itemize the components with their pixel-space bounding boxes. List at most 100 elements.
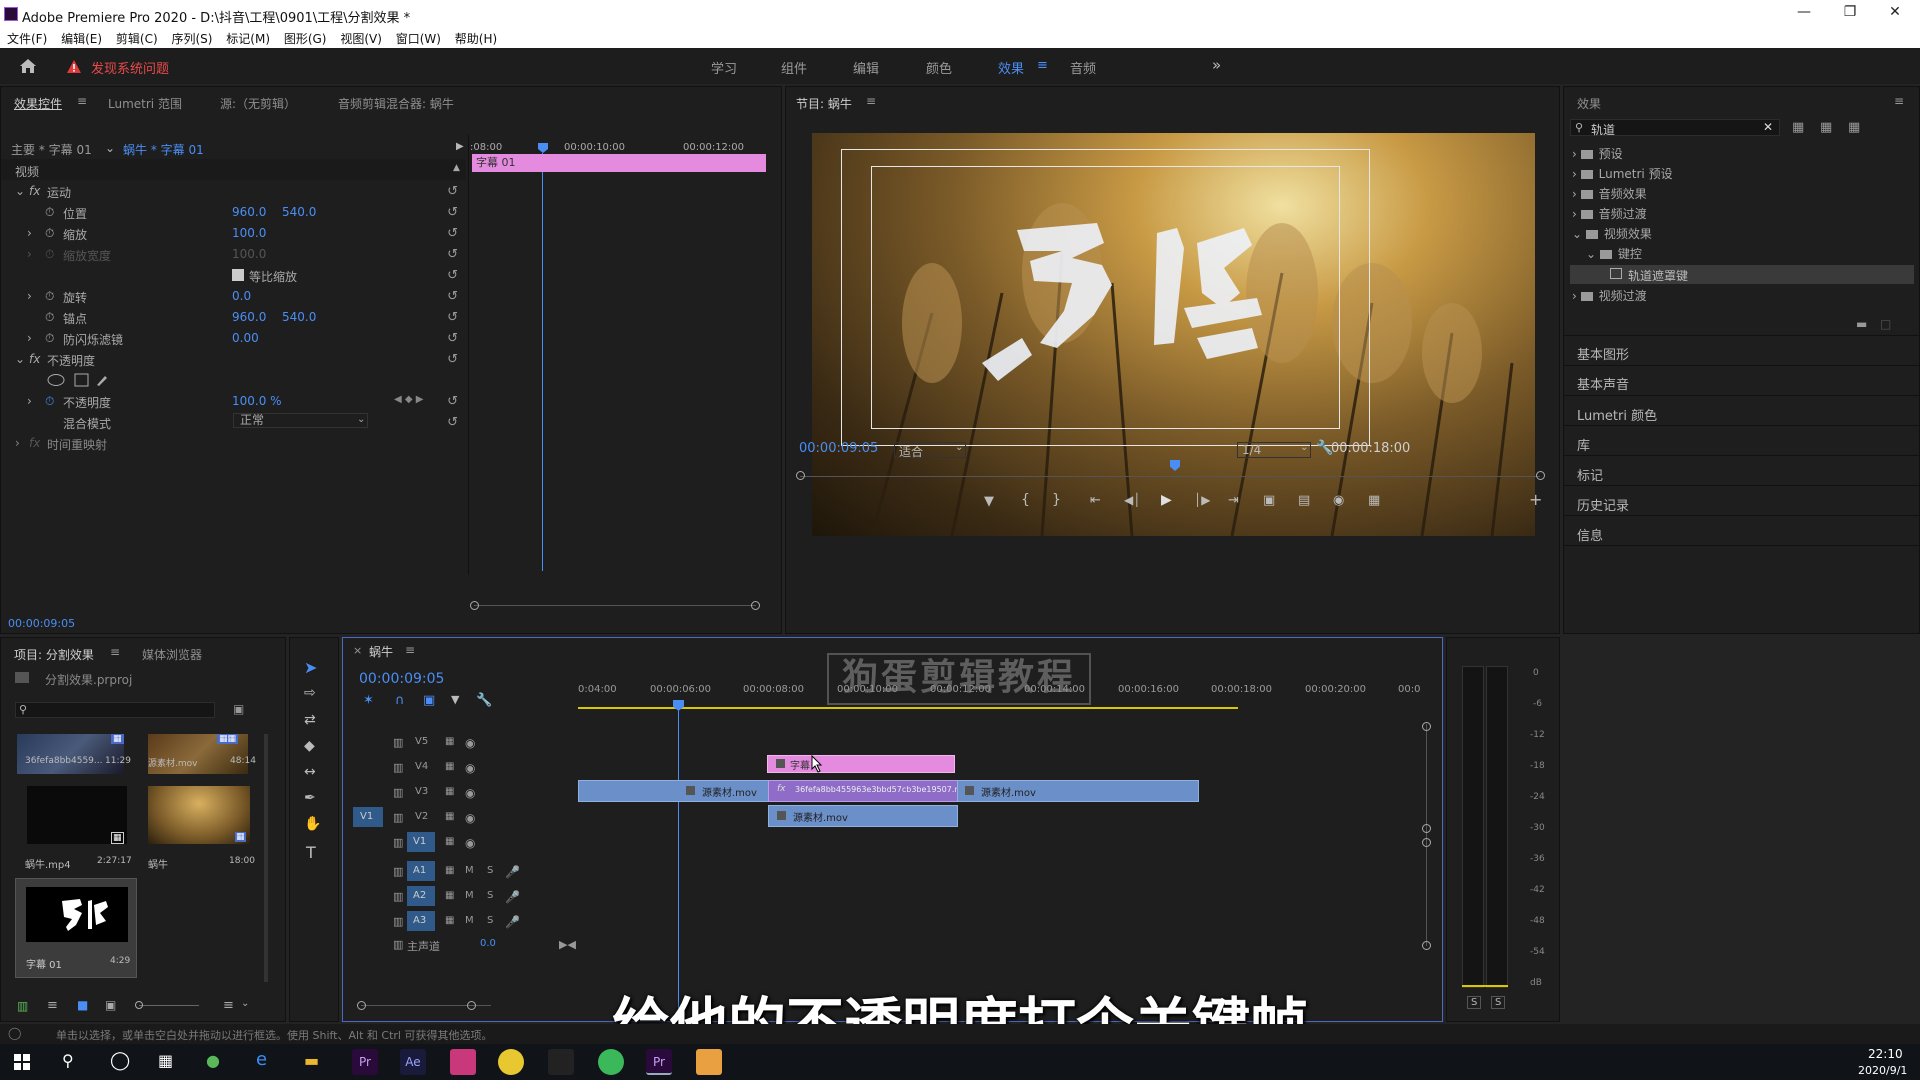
- pen-tool-icon[interactable]: ✒: [304, 790, 316, 806]
- play-clip-icon[interactable]: ▶: [456, 141, 464, 152]
- ws-effects-active[interactable]: 效果: [998, 58, 1024, 77]
- keyframe-nav-icon[interactable]: ◀ ◆ ▶: [394, 394, 423, 405]
- reset-icon[interactable]: ↺: [447, 268, 458, 283]
- track-target-a2[interactable]: A2: [407, 886, 435, 906]
- go-to-end-icon[interactable]: ▶◀: [559, 938, 576, 951]
- tab-audio-mixer[interactable]: 音频剪辑混合器: 蜗牛: [338, 95, 454, 112]
- mark-in-icon[interactable]: {: [1021, 492, 1030, 508]
- nest-icon[interactable]: ✶: [363, 693, 374, 708]
- track-select-tool-icon[interactable]: ⇨: [304, 685, 316, 701]
- section-essential-sound[interactable]: 基本声音: [1577, 374, 1629, 393]
- mic-icon[interactable]: 🎤: [505, 890, 520, 904]
- scroll-handle[interactable]: [1536, 471, 1545, 480]
- clip-v3-source-c[interactable]: 源素材.mov: [957, 780, 1199, 802]
- cortana-icon[interactable]: ◯: [110, 1050, 130, 1071]
- tab-lumetri-scopes[interactable]: Lumetri 范围: [108, 95, 182, 112]
- clip-v3-source-a[interactable]: 源素材.mov: [578, 780, 770, 802]
- scroll-handle[interactable]: [1422, 722, 1431, 731]
- panel-menu-icon[interactable]: ≡: [405, 643, 415, 657]
- eye-icon[interactable]: ◉: [465, 736, 475, 750]
- expand-icon[interactable]: ›: [27, 289, 32, 303]
- vertical-scrollbar[interactable]: [1426, 724, 1427, 946]
- opacity-section-label[interactable]: 不透明度: [47, 352, 95, 369]
- premiere-taskbar-icon[interactable]: Pr: [352, 1049, 378, 1075]
- clock-time[interactable]: 22:10: [1868, 1047, 1903, 1061]
- scroll-handle[interactable]: [796, 471, 805, 480]
- system-warning-link[interactable]: 发现系统问题: [91, 58, 169, 77]
- clear-search-icon[interactable]: ✕: [1763, 120, 1773, 134]
- lock-icon[interactable]: ▥: [393, 811, 403, 824]
- program-title[interactable]: 节目: 蜗牛: [796, 95, 852, 112]
- delete-icon[interactable]: □: [1880, 317, 1891, 331]
- scroll-handle[interactable]: [1422, 941, 1431, 950]
- solo-button[interactable]: S: [487, 865, 493, 876]
- reset-icon[interactable]: ↺: [447, 310, 458, 325]
- pen-mask-icon[interactable]: [97, 376, 107, 386]
- play-icon[interactable]: ▶: [1161, 492, 1172, 508]
- slip-tool-icon[interactable]: ↔: [304, 764, 316, 780]
- wechat-icon[interactable]: ●: [206, 1051, 220, 1070]
- compare-view-icon[interactable]: ▦: [1368, 493, 1380, 508]
- lock-icon[interactable]: ▥: [393, 786, 403, 799]
- lift-icon[interactable]: ▣: [1263, 493, 1275, 508]
- sync-lock-icon[interactable]: ▦: [445, 736, 454, 747]
- position-x-value[interactable]: 960.0: [232, 205, 266, 219]
- 32bit-effects-icon[interactable]: ▦: [1820, 120, 1832, 135]
- stopwatch-icon[interactable]: ⏱: [45, 205, 54, 220]
- after-effects-taskbar-icon[interactable]: Ae: [400, 1049, 426, 1075]
- lock-icon[interactable]: ▥: [393, 865, 403, 878]
- tab-project[interactable]: 项目: 分割效果: [14, 646, 94, 663]
- clip-v2-source[interactable]: 源素材.mov: [768, 805, 958, 827]
- restore-button[interactable]: ❐: [1830, 4, 1870, 26]
- lock-icon[interactable]: ▥: [393, 890, 403, 903]
- ws-assembly[interactable]: 组件: [781, 58, 807, 77]
- uniform-scale-checkbox[interactable]: [232, 269, 244, 281]
- sync-lock-icon[interactable]: ▦: [445, 811, 454, 822]
- add-marker-icon[interactable]: ▼: [984, 494, 994, 509]
- tree-item-presets[interactable]: › 预设: [1572, 145, 1623, 162]
- chevron-down-icon[interactable]: ⌄: [955, 442, 963, 453]
- reset-icon[interactable]: ↺: [447, 394, 458, 409]
- search-icon[interactable]: ⚲: [62, 1051, 74, 1070]
- chevron-down-icon[interactable]: ⌄: [105, 141, 115, 155]
- solo-button[interactable]: S: [487, 915, 493, 926]
- yuv-effects-icon[interactable]: ▦: [1848, 120, 1860, 135]
- eye-icon[interactable]: ◉: [465, 786, 475, 800]
- mini-playhead[interactable]: [538, 143, 548, 153]
- expand-icon[interactable]: ›: [27, 226, 32, 240]
- selection-tool-icon[interactable]: ➤: [304, 658, 317, 677]
- sync-lock-icon[interactable]: ▦: [445, 915, 454, 926]
- timeline-title[interactable]: 蜗牛: [369, 643, 393, 660]
- opacity-value[interactable]: 100.0 %: [232, 394, 282, 408]
- expand-icon[interactable]: ›: [27, 331, 32, 345]
- ws-color[interactable]: 颜色: [926, 58, 952, 77]
- app-taskbar-icon[interactable]: [498, 1049, 524, 1075]
- master-volume-value[interactable]: 0.0: [480, 938, 496, 949]
- hand-tool-icon[interactable]: ✋: [304, 816, 321, 832]
- reset-icon[interactable]: ↺: [447, 247, 458, 262]
- tree-item-audio-effects[interactable]: › 音频效果: [1572, 185, 1647, 202]
- mute-button[interactable]: M: [465, 865, 474, 876]
- tab-media-browser[interactable]: 媒体浏览器: [142, 646, 202, 663]
- lock-icon[interactable]: ▥: [393, 836, 403, 849]
- reset-icon[interactable]: ↺: [447, 205, 458, 220]
- sort-icon[interactable]: ≡: [223, 998, 234, 1013]
- app-taskbar-icon[interactable]: [450, 1049, 476, 1075]
- add-marker-icon[interactable]: ▼: [451, 693, 459, 706]
- rotation-value[interactable]: 0.0: [232, 289, 251, 303]
- freeform-view-icon[interactable]: ▣: [105, 998, 116, 1012]
- icon-view-icon[interactable]: ■: [77, 998, 88, 1012]
- extract-icon[interactable]: ▤: [1298, 493, 1310, 508]
- expand-icon[interactable]: ›: [27, 394, 32, 408]
- effect-controls-timecode[interactable]: 00:00:09:05: [8, 617, 75, 630]
- menu-view[interactable]: 视图(V): [340, 30, 382, 48]
- section-markers[interactable]: 标记: [1577, 465, 1603, 484]
- expand-icon[interactable]: ⌄: [15, 352, 25, 366]
- step-back-icon[interactable]: ◀│: [1124, 493, 1140, 507]
- clock-date[interactable]: 2020/9/1: [1858, 1064, 1907, 1077]
- tree-item-video-transitions[interactable]: › 视频过渡: [1572, 287, 1647, 304]
- project-scrollbar[interactable]: [264, 734, 268, 982]
- new-bin-icon[interactable]: ▬: [1856, 317, 1867, 331]
- scroll-handle[interactable]: [1422, 838, 1431, 847]
- program-scrubber[interactable]: [800, 476, 1540, 477]
